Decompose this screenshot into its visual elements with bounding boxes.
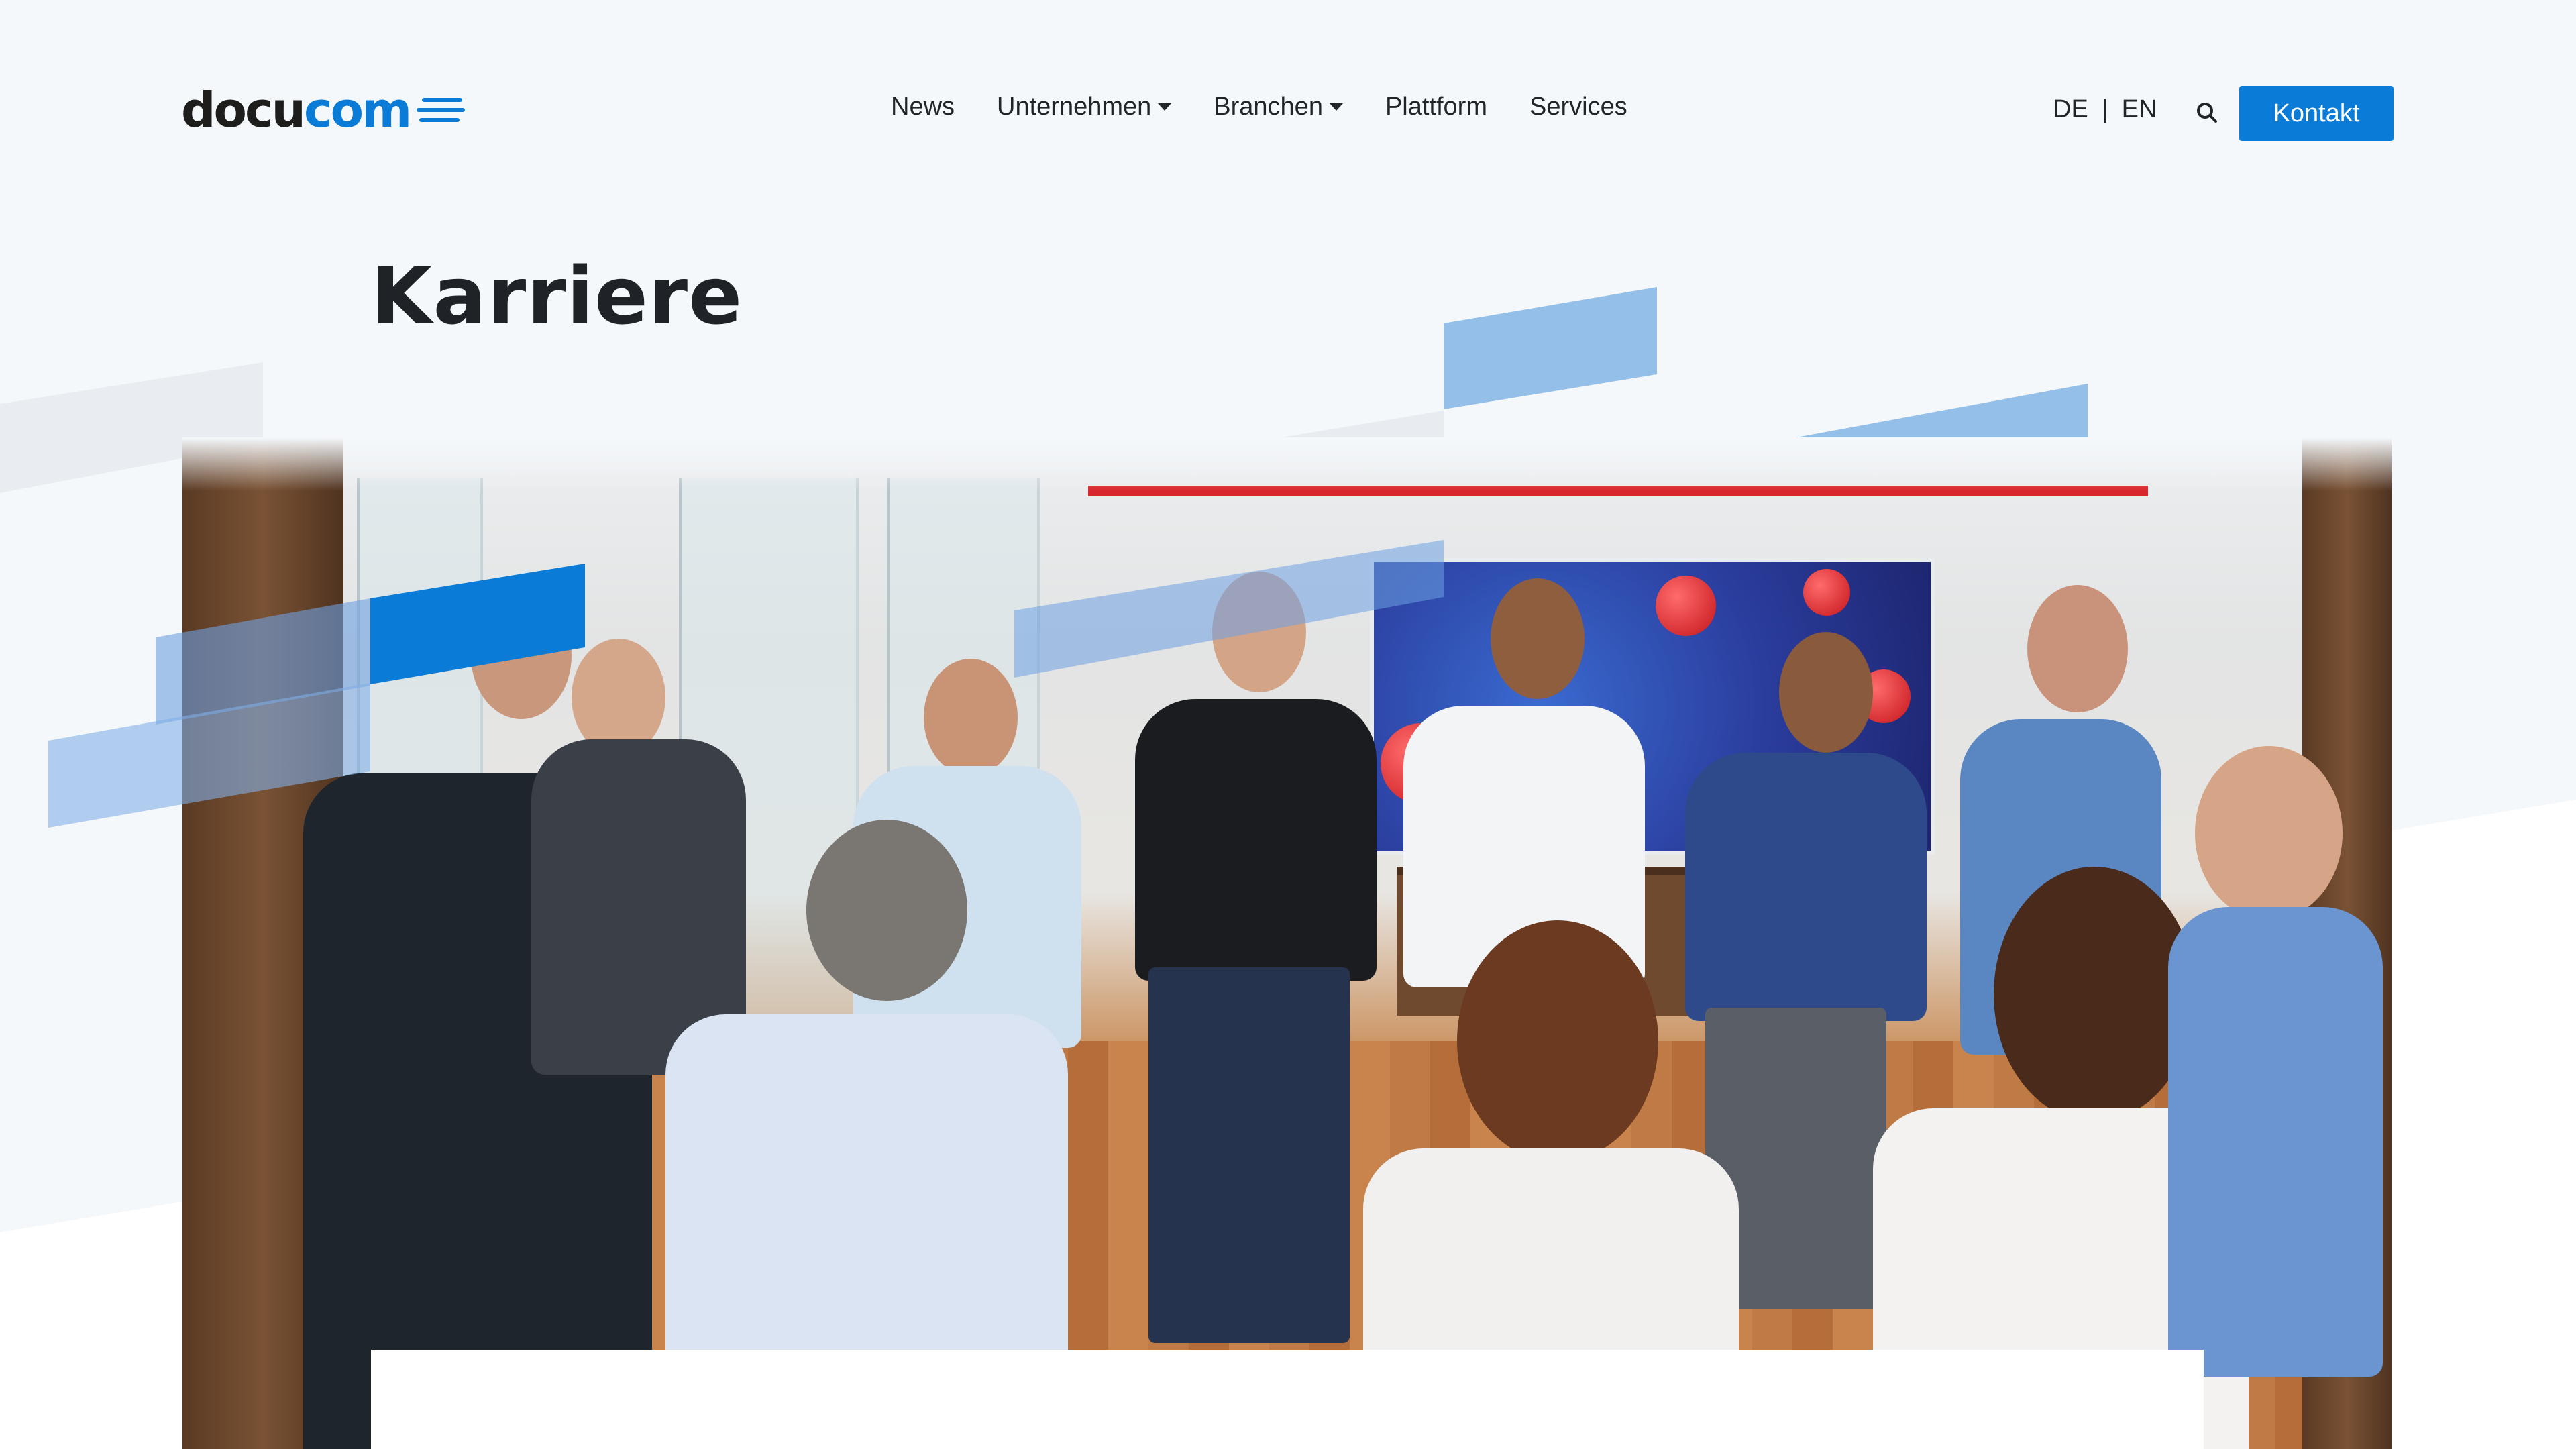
content-card: [371, 1350, 2204, 1449]
decorative-shape-overlay: [48, 540, 1444, 828]
